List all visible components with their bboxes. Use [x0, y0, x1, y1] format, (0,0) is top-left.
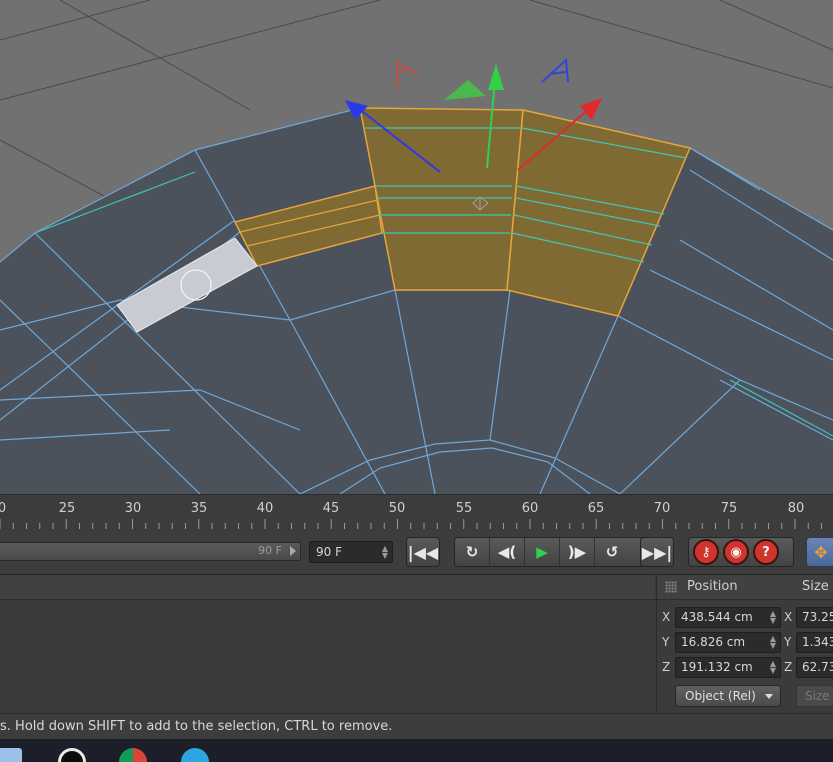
tick-label: 25: [58, 501, 76, 516]
spinner-arrows-icon[interactable]: ▲ ▼: [770, 635, 776, 650]
coordinate-mode-label: Object (Rel): [685, 689, 756, 703]
coordinates-panel: Position Size X 438.544 cm ▲ ▼ X 73.25 Y …: [656, 575, 833, 712]
position-z-field[interactable]: 191.132 cm ▲ ▼: [675, 657, 781, 678]
play-icon: ▶: [536, 543, 548, 561]
panel-grip-icon[interactable]: [665, 581, 677, 593]
goto-end-icon: ▶▶|: [641, 542, 673, 562]
status-bar: s. Hold down SHIFT to add to the selecti…: [0, 713, 833, 740]
prev-frame-button[interactable]: ◀(: [490, 538, 525, 566]
keyframe-selection-icon: ?: [762, 544, 770, 560]
axis-label: Y: [662, 635, 670, 649]
position-y-field[interactable]: 16.826 cm ▲ ▼: [675, 632, 781, 653]
size-mode-label: Size: [805, 689, 830, 703]
position-x-field[interactable]: 438.544 cm ▲ ▼: [675, 607, 781, 628]
coordinate-row-y: Y 16.826 cm ▲ ▼ Y 1.343: [657, 631, 833, 653]
move-tool-icon: ✥: [814, 542, 828, 562]
position-heading: Position: [687, 579, 738, 594]
chevron-down-icon: [765, 694, 773, 699]
os-taskbar: [0, 739, 833, 762]
file-explorer-icon[interactable]: [0, 748, 22, 762]
goto-start-button[interactable]: |◀◀: [406, 537, 440, 567]
coordinate-mode-dropdown[interactable]: Object (Rel): [675, 685, 781, 707]
telegram-icon[interactable]: [181, 748, 209, 762]
end-frame-field[interactable]: 90 F ▲ ▼: [309, 541, 393, 563]
keyframe-selection-button[interactable]: ?: [753, 539, 779, 565]
frame-range-slider[interactable]: 90 F: [0, 542, 301, 561]
position-x-value: 438.544 cm: [681, 610, 753, 624]
next-keyframe-icon: ↺: [605, 543, 619, 561]
record-key-icon: ⚷: [701, 544, 711, 560]
playback-controls: ↻ ◀( ▶ )▶ ↺: [454, 537, 658, 567]
material-manager-panel: [0, 575, 655, 712]
size-mode-dropdown[interactable]: Size: [796, 685, 833, 707]
autokey-icon: ◉: [730, 544, 742, 560]
chrome-icon[interactable]: [119, 748, 147, 762]
record-controls: ⚷ ◉ ?: [688, 537, 794, 567]
spinner-arrows-icon[interactable]: ▲ ▼: [770, 660, 776, 675]
tick-label: 65: [587, 501, 605, 516]
record-key-button[interactable]: ⚷: [693, 539, 719, 565]
viewport-canvas[interactable]: [0, 0, 833, 494]
timeline-ruler[interactable]: 0 25 30 35 40 45 50 55 60 65 70 75 80: [0, 494, 833, 531]
position-z-value: 191.132 cm: [681, 660, 753, 674]
coordinates-header: Position Size: [657, 575, 833, 600]
size-y-field[interactable]: 1.343: [796, 632, 833, 653]
axis-label: Z: [662, 660, 671, 674]
slider-arrow-icon[interactable]: [290, 546, 296, 556]
goto-end-button[interactable]: ▶▶|: [640, 537, 674, 567]
next-frame-button[interactable]: )▶: [560, 538, 595, 566]
prev-keyframe-icon: ↻: [465, 543, 479, 561]
tick-label: 40: [256, 501, 274, 516]
tick-label: 60: [521, 501, 539, 516]
end-frame-value: 90 F: [316, 545, 342, 559]
tick-label: 50: [388, 501, 406, 516]
3d-viewport[interactable]: [0, 0, 833, 494]
size-y-value: 1.343: [802, 635, 833, 649]
coordinate-row-z: Z 191.132 cm ▲ ▼ Z 62.73: [657, 656, 833, 678]
tick-label: 45: [322, 501, 340, 516]
play-button[interactable]: ▶: [525, 538, 560, 566]
size-heading: Size: [802, 579, 829, 594]
size-z-field[interactable]: 62.73: [796, 657, 833, 678]
cinema4d-icon[interactable]: [58, 748, 86, 762]
move-tool-button[interactable]: ✥: [806, 537, 833, 567]
size-x-value: 73.25: [802, 610, 833, 624]
autokey-button[interactable]: ◉: [723, 539, 749, 565]
tick-label: 0: [0, 501, 7, 516]
next-frame-icon: )▶: [567, 543, 587, 561]
transport-bar: 90 F 90 F ▲ ▼ |◀◀ ↻ ◀( ▶ )▶ ↺ ▶▶| ⚷ ◉ ? ✥: [0, 530, 833, 575]
status-message: s. Hold down SHIFT to add to the selecti…: [0, 719, 393, 734]
axis-label: X: [784, 610, 793, 624]
position-y-value: 16.826 cm: [681, 635, 746, 649]
tick-label: 70: [653, 501, 671, 516]
next-keyframe-button[interactable]: ↺: [595, 538, 629, 566]
tick-label: 80: [787, 501, 805, 516]
prev-frame-icon: ◀(: [497, 543, 517, 561]
tick-label: 35: [190, 501, 208, 516]
tick-label: 30: [124, 501, 142, 516]
size-z-value: 62.73: [802, 660, 833, 674]
spinner-arrows-icon[interactable]: ▲ ▼: [770, 610, 776, 625]
axis-label: Y: [784, 635, 792, 649]
slider-value: 90 F: [258, 544, 282, 557]
goto-start-icon: |◀◀: [407, 542, 439, 562]
size-x-field[interactable]: 73.25: [796, 607, 833, 628]
axis-label: X: [662, 610, 671, 624]
prev-keyframe-button[interactable]: ↻: [455, 538, 490, 566]
axis-label: Z: [784, 660, 793, 674]
tick-label: 75: [720, 501, 738, 516]
coordinate-row-x: X 438.544 cm ▲ ▼ X 73.25: [657, 606, 833, 628]
tick-label: 55: [455, 501, 473, 516]
panel-header: [0, 575, 655, 600]
spinner-arrows-icon[interactable]: ▲ ▼: [382, 545, 388, 560]
